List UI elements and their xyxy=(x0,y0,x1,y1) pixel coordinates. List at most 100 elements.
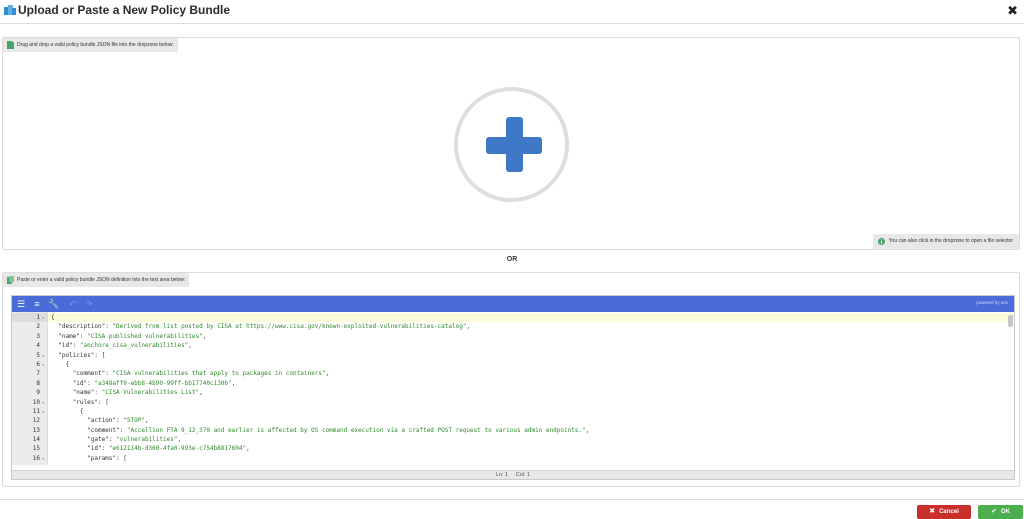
paste-panel: Paste or enter a valid policy bundle JSO… xyxy=(2,272,1020,487)
code-line[interactable]: 12 "action": "STOP", xyxy=(12,416,1014,425)
redo-icon[interactable]: ↷ xyxy=(84,299,94,309)
line-text: "gate": "vulnerabilities", xyxy=(51,435,181,444)
json-key: "id" xyxy=(72,379,88,387)
json-tail: [ xyxy=(105,398,109,406)
undo-icon[interactable]: ↶ xyxy=(68,299,78,309)
code-line[interactable]: 3 "name": "CISA published vulnerabilitie… xyxy=(12,332,1014,341)
line-text: "comment": "CISA vulnerabilities that ap… xyxy=(51,369,330,378)
json-key: "description" xyxy=(58,323,106,331)
json-value: "Derived from list posted by CISA at htt… xyxy=(112,323,467,331)
json-tail: , xyxy=(177,436,182,444)
json-colon: : xyxy=(108,436,117,444)
code-line[interactable]: 6 ▾ { xyxy=(12,360,1014,369)
ok-check-icon: ✔ xyxy=(991,508,997,515)
dropzone-label: Drag and drop a valid policy bundle JSON… xyxy=(3,38,178,52)
line-text: "id": "anchore_cisa_vulnerabilities", xyxy=(51,341,192,350)
json-value: "e612114b-d360-4fa0-993e-c754b8817604" xyxy=(108,445,247,453)
code-line[interactable]: 2 "description": "Derived from list post… xyxy=(12,322,1014,331)
close-icon[interactable]: ✖ xyxy=(1007,3,1018,19)
code-area[interactable]: 1 ▾{2 "description": "Derived from list p… xyxy=(12,312,1014,465)
editor-scrollbar[interactable] xyxy=(1008,315,1013,327)
json-value: "CISA Vulnerabilities List" xyxy=(101,389,200,397)
json-tail: , xyxy=(585,426,590,434)
cancel-button[interactable]: ✖ Cancel xyxy=(917,505,971,519)
status-col: Col: 1 xyxy=(515,472,531,478)
code-line[interactable]: 13 "comment": "Accellion FTA 9_12_370 an… xyxy=(12,426,1014,435)
info-icon xyxy=(877,238,885,245)
json-colon: : xyxy=(101,445,109,453)
code-line[interactable]: 11 ▾ { xyxy=(12,407,1014,416)
json-tail: , xyxy=(246,445,250,453)
line-punct: { xyxy=(79,407,84,415)
line-number: 14 xyxy=(32,436,40,444)
json-value: "CISA vulnerabilities that apply to pack… xyxy=(112,370,326,378)
code-line[interactable]: 9 "name": "CISA Vulnerabilities List", xyxy=(12,388,1014,397)
code-line[interactable]: 16 ▾ "params": [ xyxy=(12,454,1014,463)
format-icon[interactable]: ☰ xyxy=(16,299,26,309)
file-dropzone[interactable]: Drag and drop a valid policy bundle JSON… xyxy=(2,37,1020,250)
json-colon: : xyxy=(94,389,102,397)
compact-icon[interactable]: ≡ xyxy=(32,299,42,309)
line-number: 3 xyxy=(36,332,40,340)
code-line[interactable]: 1 ▾{ xyxy=(12,313,1014,323)
json-editor[interactable]: ☰ ≡ 🔧 ↶ ↷ powered by ace 1 ▾{2 "descripti… xyxy=(11,295,1015,480)
line-number: 4 xyxy=(36,342,40,350)
line-number: 9 xyxy=(36,389,40,397)
cancel-label: Cancel xyxy=(939,509,959,515)
ok-label: OK xyxy=(1000,509,1010,515)
json-key: "comment" xyxy=(87,426,120,434)
upload-plus-icon[interactable] xyxy=(454,87,569,202)
json-tail: [ xyxy=(123,454,127,462)
json-value: "Accellion FTA 9_12_370 and earlier is a… xyxy=(126,426,586,434)
code-line[interactable]: 5 ▾ "policies": [ xyxy=(12,351,1014,360)
code-line[interactable]: 4 "id": "anchore_cisa_vulnerabilities", xyxy=(12,341,1014,350)
code-line[interactable]: 15 "id": "e612114b-d360-4fa0-993e-c754b8… xyxy=(12,444,1014,453)
code-line[interactable]: 14 "gate": "vulnerabilities", xyxy=(12,435,1014,444)
paste-icon xyxy=(7,276,14,284)
json-key: "id" xyxy=(87,445,102,453)
line-text: "params": [ xyxy=(51,454,127,463)
json-tail: , xyxy=(466,323,471,331)
json-key: "params" xyxy=(87,454,117,462)
line-text: "action": "STOP", xyxy=(51,416,149,425)
json-colon: : xyxy=(72,342,80,350)
fold-toggle-icon[interactable]: ▾ xyxy=(42,360,48,369)
line-text: "comment": "Accellion FTA 9_12_370 and e… xyxy=(51,426,589,435)
cancel-x-icon: ✖ xyxy=(929,508,936,515)
fold-toggle-icon[interactable]: ▾ xyxy=(42,454,48,463)
fold-toggle-icon[interactable]: ▾ xyxy=(42,398,48,407)
code-line[interactable]: 8 "id": "a348aff0-ebb8-4b90-99ff-bb17740… xyxy=(12,379,1014,388)
repair-wrench-icon[interactable]: 🔧 xyxy=(48,299,59,309)
code-line[interactable]: 7 "comment": "CISA vulnerabilities that … xyxy=(12,369,1014,378)
dropzone-hint: You can also click in the dropzone to op… xyxy=(872,234,1019,249)
json-tail: , xyxy=(144,417,149,425)
json-key: "action" xyxy=(87,417,117,425)
json-key: "policies" xyxy=(58,351,95,359)
ok-button[interactable]: ✔ OK xyxy=(978,505,1023,519)
editor-statusbar: Ln: 1 Col: 1 xyxy=(12,470,1014,479)
fold-toggle-icon[interactable]: ▾ xyxy=(42,351,48,360)
code-line[interactable]: 10 ▾ "rules": [ xyxy=(12,398,1014,407)
line-text: { xyxy=(51,313,55,322)
json-value: "anchore_cisa_vulnerabilities" xyxy=(79,342,189,350)
fold-toggle-icon[interactable]: ▾ xyxy=(42,313,48,322)
line-text: "description": "Derived from list posted… xyxy=(51,322,470,331)
json-tail: , xyxy=(231,379,236,387)
json-key: "gate" xyxy=(87,436,109,444)
line-text: "name": "CISA Vulnerabilities List", xyxy=(51,388,203,397)
status-line: Ln: 1 xyxy=(495,472,509,478)
json-value: "a348aff0-ebb8-4b90-99ff-bb17740c1306" xyxy=(94,379,232,387)
line-text: "policies": [ xyxy=(51,351,105,360)
json-value: "STOP" xyxy=(123,417,145,425)
json-colon: : xyxy=(94,351,102,359)
code-lines: 1 ▾{2 "description": "Derived from list p… xyxy=(12,313,1014,463)
plus-horizontal-bar xyxy=(486,137,542,154)
fold-toggle-icon[interactable]: ▾ xyxy=(42,407,48,416)
file-icon xyxy=(7,41,14,49)
powered-by-ace[interactable]: powered by ace xyxy=(976,300,1008,305)
